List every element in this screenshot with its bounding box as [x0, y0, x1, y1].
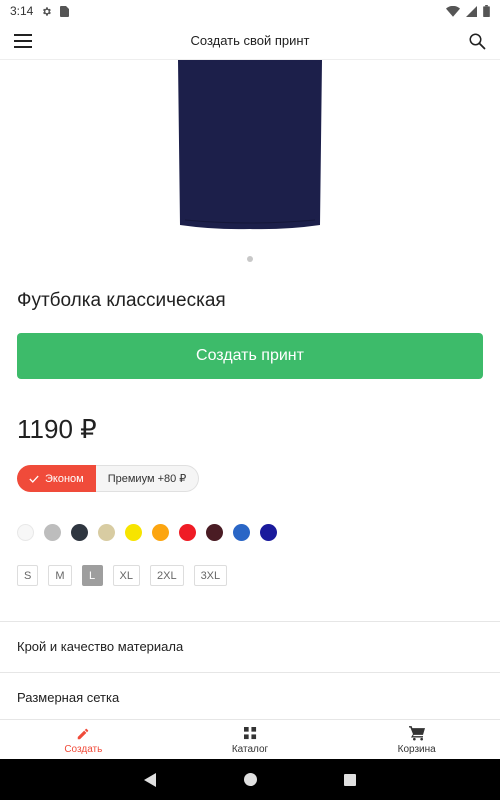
nav-cart-label: Корзина: [397, 743, 436, 755]
color-swatch[interactable]: [71, 524, 88, 541]
cart-icon: [408, 725, 425, 743]
back-icon: [144, 772, 156, 787]
color-swatch[interactable]: [260, 524, 277, 541]
size-option[interactable]: S: [17, 565, 39, 586]
page-title: Создать свой принт: [190, 33, 310, 48]
wifi-icon: [446, 5, 460, 17]
battery-icon: [483, 5, 490, 17]
size-option[interactable]: L: [81, 565, 103, 586]
color-swatch[interactable]: [17, 524, 34, 541]
home-button[interactable]: [235, 765, 265, 795]
tshirt-image: [178, 60, 322, 230]
variant-economy[interactable]: Эконом: [17, 465, 96, 492]
system-nav-bar: [0, 759, 500, 800]
back-button[interactable]: [135, 765, 165, 795]
search-icon: [469, 33, 486, 49]
variant-economy-label: Эконом: [45, 472, 84, 485]
color-swatch[interactable]: [152, 524, 169, 541]
status-bar: 3:14: [0, 0, 500, 22]
variant-premium[interactable]: Премиум +80 ₽: [95, 465, 200, 492]
nav-create-label: Создать: [64, 743, 103, 755]
size-option[interactable]: XL: [112, 565, 140, 586]
size-chart-label: Размерная сетка: [17, 690, 120, 705]
search-button[interactable]: [454, 22, 500, 60]
nav-cart[interactable]: Корзина: [333, 720, 500, 759]
fit-quality-row[interactable]: Крой и качество материала: [0, 621, 500, 671]
color-swatch[interactable]: [179, 524, 196, 541]
nav-create[interactable]: Создать: [0, 720, 167, 759]
home-icon: [243, 773, 257, 786]
gear-icon: [41, 6, 52, 17]
menu-button[interactable]: [0, 22, 46, 60]
product-image[interactable]: [0, 60, 500, 250]
product-title: Футболка классическая: [17, 290, 226, 311]
create-print-button[interactable]: Создать принт: [17, 333, 483, 379]
size-option[interactable]: 2XL: [149, 565, 184, 586]
status-time: 3:14: [10, 4, 34, 18]
recents-button[interactable]: [335, 765, 365, 795]
color-swatch[interactable]: [125, 524, 142, 541]
nav-catalog-label: Каталог: [231, 743, 269, 755]
color-swatch[interactable]: [206, 524, 223, 541]
fit-quality-label: Крой и качество материала: [17, 639, 184, 654]
sim-card-icon: [60, 5, 70, 17]
recents-icon: [344, 773, 356, 786]
signal-icon: [466, 5, 477, 17]
variant-premium-label: Премиум +80 ₽: [107, 473, 187, 485]
color-swatch[interactable]: [98, 524, 115, 541]
size-option[interactable]: 3XL: [193, 565, 228, 586]
image-pagination: [0, 256, 500, 262]
app-bar: Создать свой принт: [0, 22, 500, 60]
product-price: 1190 ₽: [17, 414, 97, 444]
size-chart-row[interactable]: Размерная сетка: [0, 672, 500, 722]
pencil-icon: [76, 725, 90, 743]
color-swatch[interactable]: [233, 524, 250, 541]
grid-icon: [243, 725, 257, 743]
nav-catalog[interactable]: Каталог: [167, 720, 334, 759]
color-swatches: [17, 524, 277, 541]
size-option[interactable]: M: [48, 565, 72, 586]
size-selector: S M L XL 2XL 3XL: [17, 565, 228, 586]
menu-icon: [14, 33, 32, 48]
variant-selector: Эконом Премиум +80 ₽: [17, 465, 200, 492]
color-swatch[interactable]: [44, 524, 61, 541]
check-icon: [29, 475, 39, 483]
pagination-dot[interactable]: [247, 256, 253, 262]
bottom-nav: Создать Каталог Корзина: [0, 719, 500, 759]
